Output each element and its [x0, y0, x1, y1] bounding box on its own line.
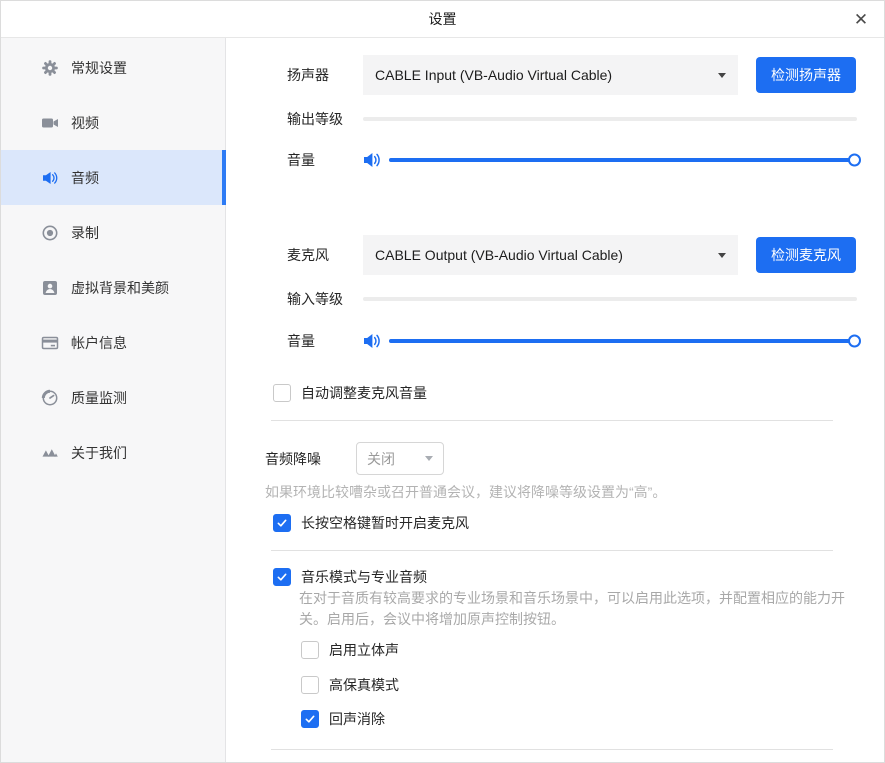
- sidebar-item-recording[interactable]: 录制: [1, 205, 225, 260]
- music-mode-label: 音乐模式与专业音频: [301, 567, 427, 587]
- logo-icon: [41, 444, 59, 462]
- sidebar-item-label: 常规设置: [71, 58, 127, 78]
- auto-adjust-checkbox[interactable]: [273, 384, 291, 402]
- record-icon: [41, 224, 59, 242]
- input-level-label: 输入等级: [287, 289, 363, 309]
- hifi-label: 高保真模式: [329, 675, 399, 695]
- microphone-row: 麦克风 CABLE Output (VB-Audio Virtual Cable…: [227, 235, 884, 275]
- speaker-label: 扬声器: [287, 65, 363, 85]
- speaker-device-value: CABLE Input (VB-Audio Virtual Cable): [375, 67, 612, 83]
- microphone-volume-row: 音量: [227, 327, 884, 355]
- auto-adjust-label: 自动调整麦克风音量: [301, 383, 427, 403]
- speaker-volume-slider[interactable]: [389, 158, 857, 162]
- stereo-option-row: 启用立体声: [301, 639, 884, 661]
- sidebar-item-label: 关于我们: [71, 443, 127, 463]
- speaker-volume-slider-thumb[interactable]: [848, 154, 861, 167]
- auto-adjust-row: 自动调整麦克风音量: [273, 382, 884, 404]
- chevron-down-icon: [425, 456, 433, 461]
- id-card-icon: [41, 334, 59, 352]
- microphone-volume-slider-thumb[interactable]: [848, 335, 861, 348]
- sidebar-item-about[interactable]: 关于我们: [1, 425, 225, 480]
- close-icon[interactable]: ✕: [848, 7, 874, 33]
- microphone-volume-slider[interactable]: [389, 339, 857, 343]
- gauge-icon: [41, 389, 59, 407]
- portrait-icon: [41, 279, 59, 297]
- audio-settings-panel: 扬声器 CABLE Input (VB-Audio Virtual Cable)…: [227, 38, 884, 762]
- speaker-icon: [41, 169, 59, 187]
- divider: [271, 420, 833, 421]
- test-speaker-button[interactable]: 检测扬声器: [756, 57, 856, 93]
- test-microphone-button[interactable]: 检测麦克风: [756, 237, 856, 273]
- stereo-label: 启用立体声: [329, 640, 399, 660]
- chevron-down-icon: [718, 253, 726, 258]
- input-level-meter: [363, 297, 857, 301]
- sidebar-item-video[interactable]: 视频: [1, 95, 225, 150]
- echo-cancel-label: 回声消除: [329, 709, 385, 729]
- music-mode-row: 音乐模式与专业音频: [273, 566, 884, 588]
- video-camera-icon: [41, 114, 59, 132]
- speaker-device-select[interactable]: CABLE Input (VB-Audio Virtual Cable): [363, 55, 738, 95]
- stereo-checkbox[interactable]: [301, 641, 319, 659]
- gear-icon: [41, 59, 59, 77]
- music-mode-description: 在对于音质有较高要求的专业场景和音乐场景中，可以启用此选项，并配置相应的能力开关…: [299, 588, 847, 630]
- title-bar: 设置 ✕: [1, 1, 884, 38]
- hifi-checkbox[interactable]: [301, 676, 319, 694]
- push-to-talk-row: 长按空格键暂时开启麦克风: [273, 512, 884, 534]
- volume-icon: [363, 152, 383, 168]
- hifi-option-row: 高保真模式: [301, 674, 884, 696]
- sidebar-item-label: 虚拟背景和美颜: [71, 278, 169, 298]
- noise-reduction-row: 音频降噪 关闭: [227, 442, 884, 475]
- divider: [271, 550, 833, 551]
- noise-reduction-hint-row: 如果环境比较嘈杂或召开普通会议，建议将降噪等级设置为“高”。: [227, 483, 884, 501]
- noise-reduction-label: 音频降噪: [265, 449, 356, 469]
- sidebar-item-account[interactable]: 帐户信息: [1, 315, 225, 370]
- divider: [271, 749, 833, 750]
- microphone-volume-label: 音量: [287, 331, 363, 351]
- push-to-talk-label: 长按空格键暂时开启麦克风: [301, 513, 469, 533]
- speaker-volume-label: 音量: [287, 150, 363, 170]
- speaker-row: 扬声器 CABLE Input (VB-Audio Virtual Cable)…: [227, 55, 884, 95]
- output-level-row: 输出等级: [227, 108, 884, 130]
- noise-reduction-value: 关闭: [367, 449, 395, 469]
- noise-reduction-hint: 如果环境比较嘈杂或召开普通会议，建议将降噪等级设置为“高”。: [265, 482, 666, 502]
- microphone-device-select[interactable]: CABLE Output (VB-Audio Virtual Cable): [363, 235, 738, 275]
- volume-icon: [363, 333, 383, 349]
- settings-dialog: 设置 ✕ 常规设置 视频 音频 录制: [0, 0, 885, 763]
- dialog-title: 设置: [1, 1, 884, 37]
- sidebar-item-label: 视频: [71, 113, 99, 133]
- sidebar-item-virtual-background[interactable]: 虚拟背景和美颜: [1, 260, 225, 315]
- music-mode-checkbox[interactable]: [273, 568, 291, 586]
- sidebar-item-label: 帐户信息: [71, 333, 127, 353]
- sidebar-item-audio[interactable]: 音频: [1, 150, 225, 205]
- microphone-label: 麦克风: [287, 245, 363, 265]
- sidebar-item-label: 音频: [71, 168, 99, 188]
- echo-cancel-checkbox[interactable]: [301, 710, 319, 728]
- settings-sidebar: 常规设置 视频 音频 录制 虚拟背景和美颜: [1, 38, 226, 762]
- chevron-down-icon: [718, 73, 726, 78]
- output-level-label: 输出等级: [287, 109, 363, 129]
- sidebar-item-quality[interactable]: 质量监测: [1, 370, 225, 425]
- sidebar-item-general[interactable]: 常规设置: [1, 40, 225, 95]
- echo-cancel-option-row: 回声消除: [301, 708, 884, 730]
- sidebar-item-label: 质量监测: [71, 388, 127, 408]
- output-level-meter: [363, 117, 857, 121]
- push-to-talk-checkbox[interactable]: [273, 514, 291, 532]
- noise-reduction-select[interactable]: 关闭: [356, 442, 444, 475]
- sidebar-item-label: 录制: [71, 223, 99, 243]
- microphone-device-value: CABLE Output (VB-Audio Virtual Cable): [375, 247, 623, 263]
- input-level-row: 输入等级: [227, 288, 884, 310]
- speaker-volume-row: 音量: [227, 146, 884, 174]
